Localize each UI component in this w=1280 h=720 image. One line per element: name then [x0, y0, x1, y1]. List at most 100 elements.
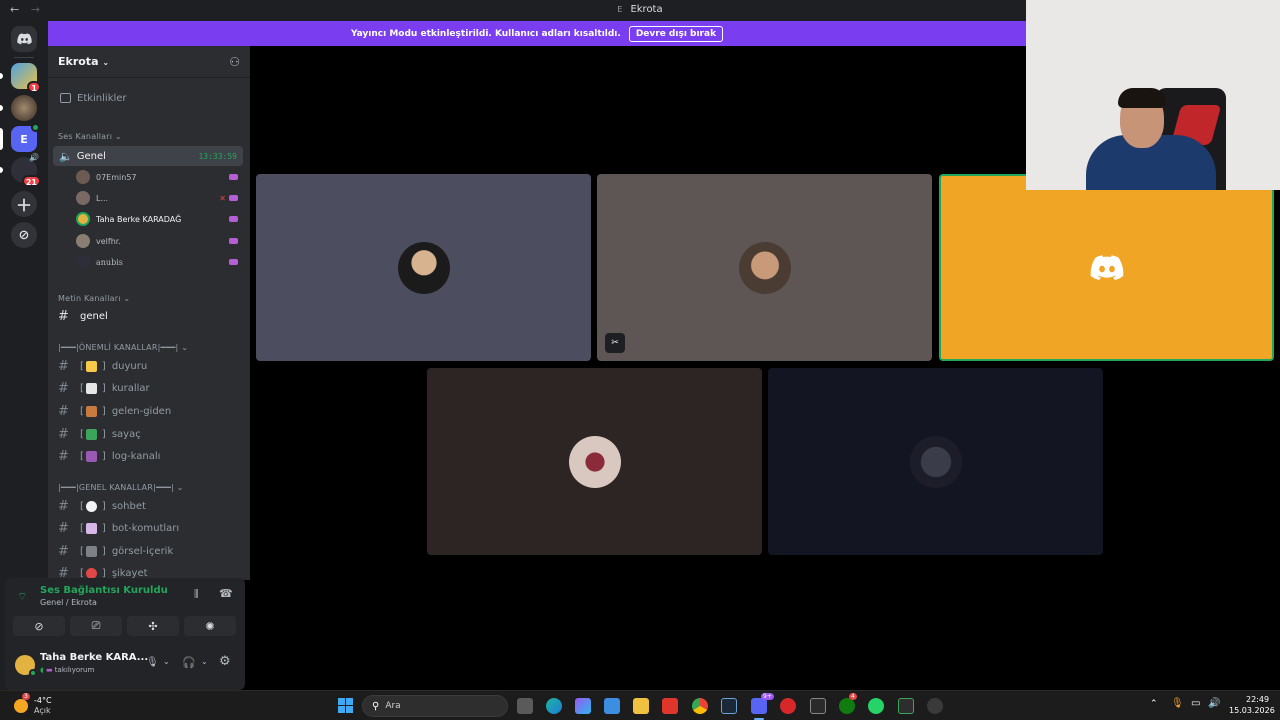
volume-icon[interactable]: 🔊	[1208, 698, 1220, 709]
events-label: Etkinlikler	[77, 92, 127, 104]
steam-icon[interactable]	[721, 698, 737, 714]
app-settings-icon[interactable]	[927, 698, 943, 714]
network-icon[interactable]: ▭	[1191, 698, 1200, 709]
text-category-label: Metin Kanalları	[58, 293, 121, 303]
server-icon-2[interactable]	[11, 95, 37, 121]
robot-icon	[85, 522, 97, 534]
channel-item[interactable]: # [] görsel-içerik	[48, 543, 250, 559]
chrome-icon[interactable]	[692, 698, 708, 714]
server-icon-4[interactable]: 🔊 21	[11, 153, 41, 187]
clock-time[interactable]: 22:49	[1246, 695, 1269, 704]
task-view-icon[interactable]	[517, 698, 533, 714]
important-category[interactable]: |━━━|ÖNEMLİ KANALLAR|━━━| ⌄	[48, 341, 250, 353]
microphone-icon[interactable]: 🎙	[1171, 698, 1184, 709]
server-icon-ekrota[interactable]: E	[11, 123, 40, 152]
chevron-down-icon: ⌄	[114, 131, 122, 141]
selected-pill	[0, 128, 3, 150]
copilot-icon[interactable]	[575, 698, 591, 714]
voice-channel-path[interactable]: Genel / Ekrota	[40, 598, 97, 607]
user-avatar[interactable]	[15, 655, 37, 677]
camera-button[interactable]: ⊘	[13, 616, 65, 636]
channel-item[interactable]: # [] kurallar	[48, 380, 250, 396]
participant-tile[interactable]	[256, 174, 591, 361]
voice-channel-genel[interactable]: 🔈 Genel 13:33:59	[53, 146, 243, 166]
general-category[interactable]: |━━━|GENEL KANALLAR|━━━| ⌄	[48, 481, 250, 493]
hash-icon: #	[58, 543, 69, 559]
server-header[interactable]: Ekrota ⌄ ⚇	[48, 46, 250, 78]
epic-games-icon[interactable]	[810, 698, 826, 714]
battery-app-icon[interactable]	[898, 698, 914, 714]
headphones-icon[interactable]: 🎧	[182, 656, 196, 669]
channel-item[interactable]: # [] duyuru	[48, 358, 250, 374]
add-server-icon[interactable]: ＋	[11, 191, 37, 217]
participant-tile-speaking[interactable]	[939, 174, 1274, 361]
microphone-icon[interactable]: 🎙	[146, 657, 159, 668]
voice-category-label: Ses Kanalları	[58, 131, 113, 141]
channel-bracket: ]	[101, 360, 106, 372]
screen-share-button[interactable]: ⎚	[70, 616, 122, 636]
channel-item[interactable]: # [] gelen-giden	[48, 403, 250, 419]
events-item[interactable]: Etkinlikler	[48, 90, 250, 106]
discord-badge: 9+	[761, 693, 774, 700]
weather-desc[interactable]: Açık	[34, 706, 51, 715]
weather-icon[interactable]	[14, 699, 28, 713]
voice-member[interactable]: L... ✕	[76, 191, 246, 205]
voice-member[interactable]: 07Emin57	[76, 170, 246, 184]
participant-tile[interactable]: ✂	[597, 174, 932, 361]
channel-item[interactable]: # [] bot-komutları	[48, 520, 250, 536]
soundboard-button[interactable]: ✺	[184, 616, 236, 636]
chevron-down-icon[interactable]: ⌄	[201, 657, 208, 666]
hash-icon: #	[58, 520, 69, 536]
explore-icon[interactable]: ⊘	[11, 222, 37, 248]
bell-icon	[85, 360, 97, 372]
taskbar-search[interactable]: ⚲ Ara	[362, 695, 508, 717]
add-member-icon[interactable]: ⚇	[229, 55, 240, 69]
file-explorer-icon[interactable]	[633, 698, 649, 714]
disable-streamer-mode-button[interactable]: Devre dışı bırak	[628, 25, 724, 42]
voice-panel: ⌔ Ses Bağlantısı Kuruldu Genel / Ekrota …	[5, 578, 245, 690]
text-channel-genel[interactable]: # genel	[48, 308, 250, 324]
voice-status[interactable]: Ses Bağlantısı Kuruldu	[40, 585, 168, 596]
edge-icon[interactable]	[546, 698, 562, 714]
chevron-up-icon[interactable]: ⌃	[1150, 699, 1158, 709]
hash-icon: #	[58, 403, 69, 419]
user-name[interactable]: Taha Berke KARA...	[40, 652, 148, 663]
whatsapp-icon[interactable]	[868, 698, 884, 714]
mention-badge: 21	[21, 175, 41, 187]
channel-bracket: ]	[101, 500, 106, 512]
server-icon-1[interactable]: 1	[11, 63, 41, 93]
channel-item[interactable]: # [] sayaç	[48, 426, 250, 442]
discord-home-icon[interactable]	[11, 26, 37, 52]
xbox-badge: 4	[849, 693, 857, 700]
app-red-icon[interactable]	[780, 698, 796, 714]
weather-temp[interactable]: -4°C	[34, 696, 52, 705]
unread-pill	[0, 73, 3, 79]
disconnect-icon[interactable]: ☎	[219, 587, 233, 600]
xbox-icon[interactable]	[839, 698, 855, 714]
clock-date[interactable]: 15.03.2026	[1229, 706, 1275, 715]
live-icon	[229, 216, 238, 222]
server-name: Ekrota	[58, 55, 99, 68]
opera-gx-icon[interactable]	[662, 698, 678, 714]
channel-sidebar: Ekrota ⌄ ⚇ Etkinlikler Ses Kanalları ⌄ 🔈…	[48, 46, 250, 580]
voice-member[interactable]: anubis	[76, 255, 246, 269]
store-icon[interactable]	[604, 698, 620, 714]
channel-item[interactable]: # [] log-kanalı	[48, 448, 250, 464]
channel-name: görsel-içerik	[111, 545, 174, 557]
discord-taskbar-icon[interactable]	[751, 698, 767, 714]
channel-item[interactable]: # [] sohbet	[48, 498, 250, 514]
calendar-icon	[60, 93, 71, 103]
participant-tile[interactable]	[427, 368, 762, 555]
chevron-down-icon[interactable]: ⌄	[163, 657, 170, 666]
voice-member[interactable]: velfhr.	[76, 234, 246, 248]
voice-category[interactable]: Ses Kanalları ⌄	[48, 130, 250, 142]
text-category[interactable]: Metin Kanalları ⌄	[48, 292, 250, 304]
gear-icon[interactable]: ⚙	[219, 654, 231, 669]
live-icon	[229, 174, 238, 180]
participant-tile[interactable]	[768, 368, 1103, 555]
noise-suppression-icon[interactable]: ⫼	[194, 589, 199, 600]
activities-button[interactable]: ✣	[127, 616, 179, 636]
deafened-icon: ✕	[219, 193, 226, 203]
voice-member[interactable]: Taha Berke KARADAĞ	[76, 212, 246, 226]
windows-start-icon[interactable]	[338, 698, 353, 713]
